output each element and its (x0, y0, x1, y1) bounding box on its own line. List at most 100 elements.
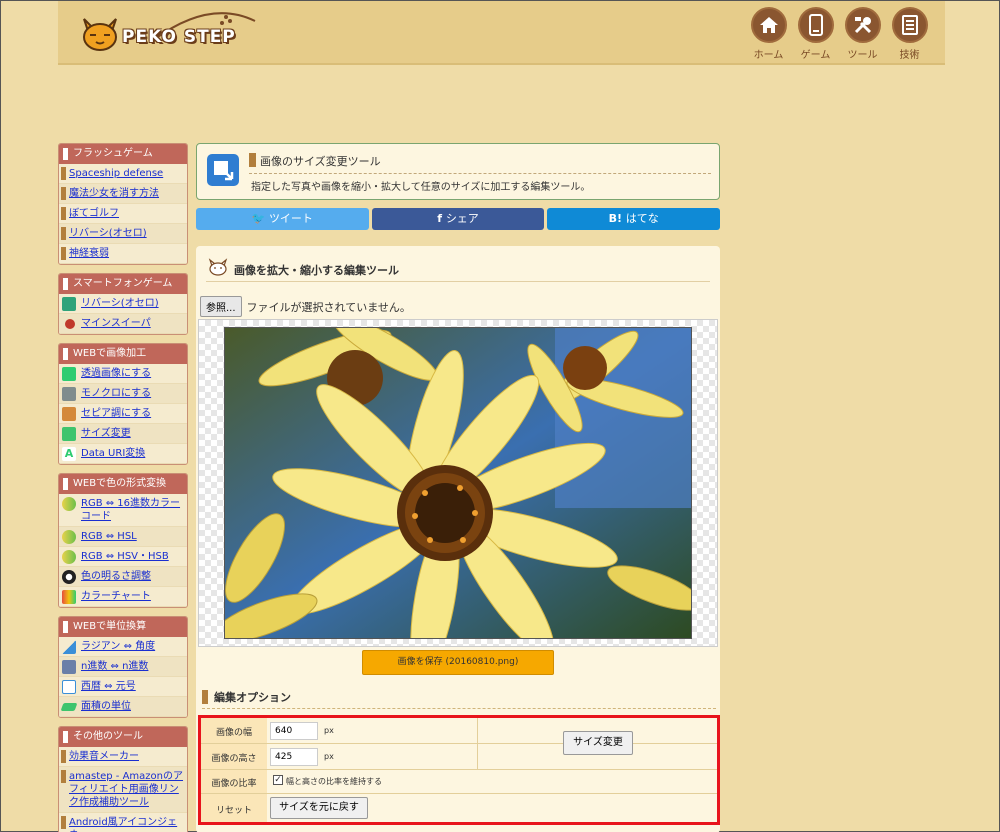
color-ball-icon (62, 550, 76, 564)
sidebar-link[interactable]: Android風アイコンジェネ (69, 817, 177, 832)
calendar-icon (62, 680, 76, 694)
sidebar-section-title: スマートフォンゲーム (59, 274, 187, 294)
editor-panel-title: 画像を拡大・縮小する編集ツール (234, 264, 399, 277)
nav-tech[interactable]: 技術 (886, 7, 933, 61)
sidebar-link[interactable]: amastep - Amazonのアフィリエイト用画像リンク作成補助ツール (69, 771, 183, 808)
browse-file-button[interactable]: 参照... (200, 296, 242, 317)
twitter-share-button[interactable]: 🐦 ツイート (196, 208, 369, 230)
sidebar-section-title: WEBで単位換算 (59, 617, 187, 637)
sidebar-item[interactable]: Android風アイコンジェネ (59, 813, 187, 832)
apply-size-button[interactable]: サイズ変更 (563, 731, 633, 755)
sidebar-section-title: その他のツール (59, 727, 187, 747)
sidebar-link[interactable]: 魔法少女を消す方法 (69, 188, 159, 199)
sidebar-item[interactable]: RGB ⇔ HSV・HSB (59, 547, 187, 567)
twitter-icon: 🐦 (251, 212, 269, 225)
sidebar-link[interactable]: 色の明るさ調整 (81, 571, 151, 582)
facebook-share-button[interactable]: f シェア (371, 208, 545, 230)
sidebar-link[interactable]: モノクロにする (81, 388, 151, 399)
sidebar-web-unit: WEBで単位換算 ラジアン ⇔ 角度 n進数 ⇔ n進数 西暦 ⇔ 元号 面積の… (58, 616, 188, 718)
sidebar-item[interactable]: 西暦 ⇔ 元号 (59, 677, 187, 697)
width-unit: px (324, 726, 334, 735)
nav-games-label: ゲーム (800, 50, 831, 61)
sidebar-item[interactable]: 透過画像にする (59, 364, 187, 384)
file-status-text: ファイルが選択されていません。 (246, 300, 411, 314)
height-input[interactable] (270, 748, 318, 766)
cat-face-icon (208, 258, 228, 276)
sidebar-link[interactable]: RGB ⇔ HSV・HSB (81, 551, 169, 562)
sidebar-link[interactable]: 透過画像にする (81, 368, 151, 379)
sidebar-item[interactable]: RGB ⇔ 16進数カラーコード (59, 494, 187, 527)
nav-home[interactable]: ホーム (745, 7, 792, 61)
area-icon (60, 703, 78, 711)
sidebar-link[interactable]: セピア調にする (81, 408, 151, 419)
sidebar-link[interactable]: 神経衰弱 (69, 248, 109, 259)
sidebar-link[interactable]: Spaceship defense (69, 168, 163, 179)
tools-icon (844, 7, 881, 43)
sidebar-item[interactable]: リバーシ(オセロ) (59, 224, 187, 244)
sidebar-link[interactable]: マインスイーパ (81, 318, 151, 329)
reset-size-button[interactable]: サイズを元に戻す (270, 797, 368, 819)
sidebar-item[interactable]: サイズ変更 (59, 424, 187, 444)
sidebar-item[interactable]: マインスイーパ (59, 314, 187, 334)
sidebar-item[interactable]: リバーシ(オセロ) (59, 294, 187, 314)
sidebar: フラッシュゲーム Spaceship defense 魔法少女を消す方法 ぼてゴ… (58, 143, 188, 832)
sidebar-link[interactable]: リバーシ(オセロ) (69, 228, 147, 239)
keep-ratio-checkbox[interactable]: ✓ (273, 775, 283, 785)
sidebar-section-title: WEBで色の形式変換 (59, 474, 187, 494)
save-image-button[interactable]: 画像を保存 (20160810.png) (362, 650, 554, 675)
file-picker: 参照... ファイルが選択されていません。 (200, 296, 411, 317)
document-icon (891, 7, 928, 43)
sidebar-link[interactable]: ぼてゴルフ (69, 208, 119, 219)
color-chart-icon (62, 590, 76, 604)
sidebar-link[interactable]: 面積の単位 (81, 701, 131, 712)
nav-tools[interactable]: ツール (839, 7, 886, 61)
resize-icon (62, 427, 76, 441)
angle-icon (62, 640, 76, 654)
sidebar-item[interactable]: Spaceship defense (59, 164, 187, 184)
sidebar-item[interactable]: モノクロにする (59, 384, 187, 404)
keep-ratio-text: 幅と高さの比率を維持する (286, 777, 382, 786)
sidebar-item[interactable]: RGB ⇔ HSL (59, 527, 187, 547)
nav-tools-label: ツール (847, 50, 878, 61)
main-nav: ホーム ゲーム ツール 技術 (745, 7, 933, 61)
height-unit: px (324, 752, 334, 761)
sidebar-item[interactable]: セピア調にする (59, 404, 187, 424)
sidebar-item[interactable]: カラーチャート (59, 587, 187, 607)
resize-tool-icon (207, 154, 239, 186)
preview-image (224, 327, 692, 639)
sidebar-link[interactable]: Data URI変換 (81, 448, 145, 459)
sidebar-link[interactable]: RGB ⇔ HSL (81, 531, 137, 542)
sidebar-item[interactable]: A Data URI変換 (59, 444, 187, 464)
nav-games[interactable]: ゲーム (792, 7, 839, 61)
sidebar-item[interactable]: 魔法少女を消す方法 (59, 184, 187, 204)
sidebar-item[interactable]: ラジアン ⇔ 角度 (59, 637, 187, 657)
site-header: PEKO STEP ホーム ゲーム ツール 技術 (58, 1, 945, 65)
sidebar-item[interactable]: ぼてゴルフ (59, 204, 187, 224)
mine-icon (65, 319, 75, 329)
sidebar-item[interactable]: amastep - Amazonのアフィリエイト用画像リンク作成補助ツール (59, 767, 187, 813)
sidebar-link[interactable]: サイズ変更 (81, 428, 131, 439)
hatena-share-button[interactable]: B! はてな (547, 208, 721, 230)
sidebar-item[interactable]: 面積の単位 (59, 697, 187, 717)
site-logo[interactable]: PEKO STEP (80, 9, 256, 57)
reversi-icon (62, 297, 76, 311)
sidebar-link[interactable]: カラーチャート (81, 591, 151, 602)
phone-icon (797, 7, 834, 43)
option-row-ratio: 画像の比率 ✓ 幅と高さの比率を維持する (201, 770, 717, 794)
sidebar-item[interactable]: 神経衰弱 (59, 244, 187, 264)
editor-panel-header: 画像を拡大・縮小する編集ツール (206, 258, 710, 282)
sidebar-link[interactable]: 西暦 ⇔ 元号 (81, 681, 136, 692)
sidebar-link[interactable]: ラジアン ⇔ 角度 (81, 641, 155, 652)
ratio-label: 画像の比率 (211, 779, 257, 789)
sidebar-link[interactable]: リバーシ(オセロ) (81, 298, 159, 309)
sidebar-item[interactable]: 効果音メーカー (59, 747, 187, 767)
sidebar-smartphone-games: スマートフォンゲーム リバーシ(オセロ) マインスイーパ (58, 273, 188, 335)
sidebar-section-title: WEBで画像加工 (59, 344, 187, 364)
table-divider (477, 718, 478, 770)
width-input[interactable] (270, 722, 318, 740)
sidebar-item[interactable]: 色の明るさ調整 (59, 567, 187, 587)
sidebar-link[interactable]: RGB ⇔ 16進数カラーコード (81, 498, 180, 522)
sidebar-link[interactable]: n進数 ⇔ n進数 (81, 661, 148, 672)
sidebar-link[interactable]: 効果音メーカー (69, 751, 139, 762)
sidebar-item[interactable]: n進数 ⇔ n進数 (59, 657, 187, 677)
